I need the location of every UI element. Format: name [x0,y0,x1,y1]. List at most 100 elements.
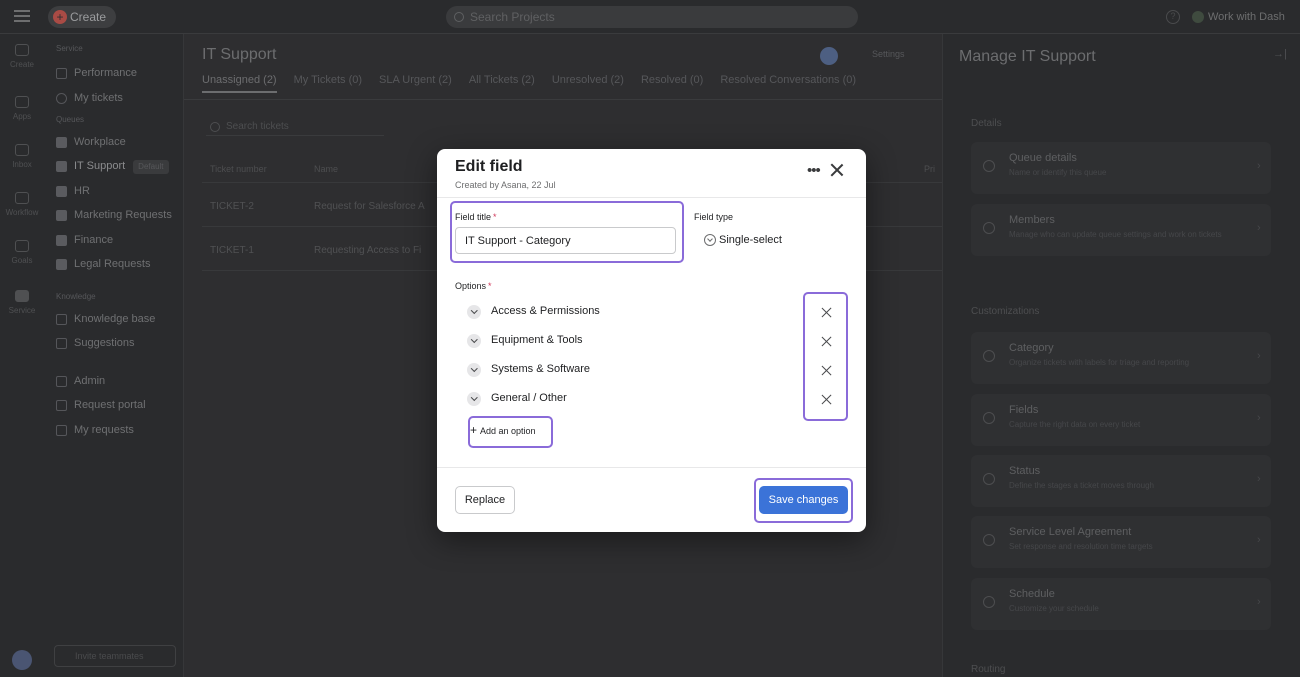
rail-item-workflow[interactable]: Workflow [0,192,44,217]
sidebar-item-suggestions[interactable]: Suggestions [56,333,135,353]
sidebar-item-label: HR [74,185,90,197]
service-icon [15,290,29,302]
chevron-down-icon[interactable] [467,305,481,319]
remove-option-icon[interactable] [821,394,833,406]
help-icon[interactable]: ? [1166,10,1180,24]
card-sla[interactable]: Service Level Agreement Set response and… [971,516,1271,568]
avatar[interactable] [820,47,838,65]
tab-my-tickets[interactable]: My Tickets (0) [294,74,362,86]
ticket-number-cell[interactable]: TICKET-2 [210,201,254,212]
sidebar-item-knowledge-base[interactable]: Knowledge base [56,309,155,329]
option-label[interactable]: Access & Permissions [491,305,600,317]
ticket-name-cell[interactable]: Requesting Access to Fi [314,245,421,256]
replace-button[interactable]: Replace [455,486,515,514]
chevron-down-icon[interactable] [467,363,481,377]
option-label[interactable]: Systems & Software [491,363,590,375]
remove-option-icon[interactable] [821,336,833,348]
tab-unassigned[interactable]: Unassigned (2) [202,74,277,93]
card-description: Customize your schedule [1009,604,1099,613]
single-select-icon [704,234,716,246]
sidebar-item-legal[interactable]: Legal Requests [56,254,150,274]
chevron-right-icon: › [1257,160,1261,172]
rail-label: Apps [12,112,32,121]
user-avatar[interactable] [12,650,32,670]
calendar-icon [983,596,995,608]
sidebar-item-label: Marketing Requests [74,209,172,221]
menu-icon[interactable] [14,10,30,22]
save-changes-button[interactable]: Save changes [759,486,848,514]
rail-item-create[interactable]: Create [0,44,44,69]
required-marker: * [488,281,492,291]
chevron-right-icon: › [1257,350,1261,362]
clock-icon [983,534,995,546]
field-title-label: Field title * [455,212,497,222]
ticket-number-cell[interactable]: TICKET-1 [210,245,254,256]
option-label[interactable]: Equipment & Tools [491,334,583,346]
rail-item-goals[interactable]: Goals [0,240,44,265]
sidebar-item-hr[interactable]: HR [56,181,90,201]
tab-sla-urgent[interactable]: SLA Urgent (2) [379,74,452,86]
sidebar-section-service: Service [56,44,83,53]
sidebar-item-label: Workplace [74,136,126,148]
create-button[interactable]: + Create [48,6,116,28]
tab-all-tickets[interactable]: All Tickets (2) [469,74,535,86]
sidebar-item-it-support[interactable]: IT Support Default [56,156,169,176]
field-type-select[interactable]: Single-select [704,233,782,247]
queue-icon [56,161,67,172]
card-schedule[interactable]: Schedule Customize your schedule › [971,578,1271,630]
sidebar: Service Performance My tickets Queues Wo… [44,34,184,677]
card-title: Fields [1009,404,1039,416]
inbox-icon [15,144,29,156]
global-search-input[interactable]: Search Projects [446,6,858,28]
lightbulb-icon [56,338,67,349]
sidebar-item-finance[interactable]: Finance [56,230,113,250]
field-title-input[interactable] [455,227,676,254]
members-icon [983,222,995,234]
rail-item-inbox[interactable]: Inbox [0,144,44,169]
tab-resolved-conversations[interactable]: Resolved Conversations (0) [720,74,856,86]
tab-resolved[interactable]: Resolved (0) [641,74,703,86]
sidebar-item-label: My tickets [74,92,123,104]
default-badge: Default [133,160,169,174]
divider [184,99,942,100]
remove-option-icon[interactable] [821,307,833,319]
tab-unresolved[interactable]: Unresolved (2) [552,74,624,86]
request-icon [56,425,67,436]
chevron-down-icon[interactable] [467,392,481,406]
ticket-name-cell[interactable]: Request for Salesforce A [314,201,425,212]
sidebar-item-workplace[interactable]: Workplace [56,132,126,152]
card-category[interactable]: Category Organize tickets with labels fo… [971,332,1271,384]
card-fields[interactable]: Fields Capture the right data on every t… [971,394,1271,446]
chevron-down-icon[interactable] [467,334,481,348]
remove-option-icon[interactable] [821,365,833,377]
sidebar-item-performance[interactable]: Performance [56,63,137,83]
sidebar-item-my-requests[interactable]: My requests [56,420,134,440]
queue-icon [56,210,67,221]
sidebar-item-label: Knowledge base [74,313,156,325]
card-status[interactable]: Status Define the stages a ticket moves … [971,455,1271,507]
invite-button[interactable]: Invite teammates [54,645,176,667]
sidebar-item-marketing[interactable]: Marketing Requests [56,205,172,225]
sidebar-item-admin[interactable]: Admin [56,371,105,391]
sidebar-item-my-tickets[interactable]: My tickets [56,88,123,108]
collapse-panel-icon[interactable]: →| [1273,48,1287,60]
panel-title: Manage IT Support [959,48,1096,65]
close-icon[interactable] [830,163,844,177]
queue-icon [56,137,67,148]
ticket-search-input[interactable]: Search tickets [206,118,384,136]
option-label[interactable]: General / Other [491,392,567,404]
add-option-button[interactable]: + Add an option [470,424,536,437]
card-members[interactable]: Members Manage who can update queue sett… [971,204,1271,256]
more-options-icon[interactable]: ••• [807,163,821,179]
rail-item-apps[interactable]: Apps [0,96,44,121]
sidebar-item-label: Request portal [74,399,146,411]
column-header-priority: Pri [924,164,935,174]
card-queue-details[interactable]: Queue details Name or identify this queu… [971,142,1271,194]
tab-bar: Unassigned (2) My Tickets (0) SLA Urgent (… [202,74,873,94]
sidebar-item-request-portal[interactable]: Request portal [56,395,146,415]
sidebar-item-label: Suggestions [74,337,135,349]
required-marker: * [493,212,497,222]
work-with-button[interactable]: Work with Dash [1192,8,1285,26]
rail-item-service[interactable]: Service [0,290,44,315]
settings-button[interactable]: Settings [860,49,905,59]
